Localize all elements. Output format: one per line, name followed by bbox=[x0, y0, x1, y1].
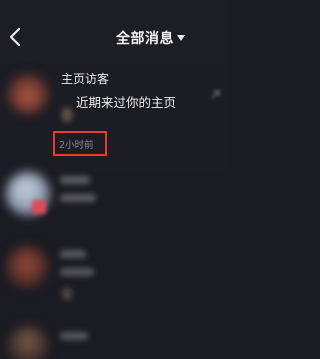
chevron-left-icon[interactable] bbox=[8, 27, 22, 47]
avatar bbox=[8, 74, 48, 114]
avatar bbox=[8, 326, 48, 359]
unread-badge bbox=[32, 200, 46, 214]
visitor-notice-time: 2小时前 bbox=[59, 140, 94, 151]
blurred-name bbox=[60, 176, 90, 184]
blurred-name bbox=[60, 332, 88, 340]
message-filter-dropdown[interactable]: 全部消息 bbox=[116, 29, 185, 47]
visitor-thumbnail bbox=[62, 108, 72, 122]
caret-down-icon bbox=[177, 35, 185, 41]
page-title: 全部消息 bbox=[116, 31, 174, 47]
visitor-notice-subtitle: 近期来过你的主页 bbox=[76, 95, 177, 110]
blurred-message bbox=[60, 194, 96, 202]
blurred-name bbox=[60, 250, 86, 258]
dismiss-icon[interactable] bbox=[210, 88, 222, 100]
top-bar: 全部消息 bbox=[0, 0, 228, 62]
avatar bbox=[6, 246, 48, 288]
blurred-thumbnail bbox=[62, 288, 72, 300]
visitor-notice-title: 主页访客 bbox=[61, 72, 110, 86]
blurred-message bbox=[60, 268, 94, 276]
